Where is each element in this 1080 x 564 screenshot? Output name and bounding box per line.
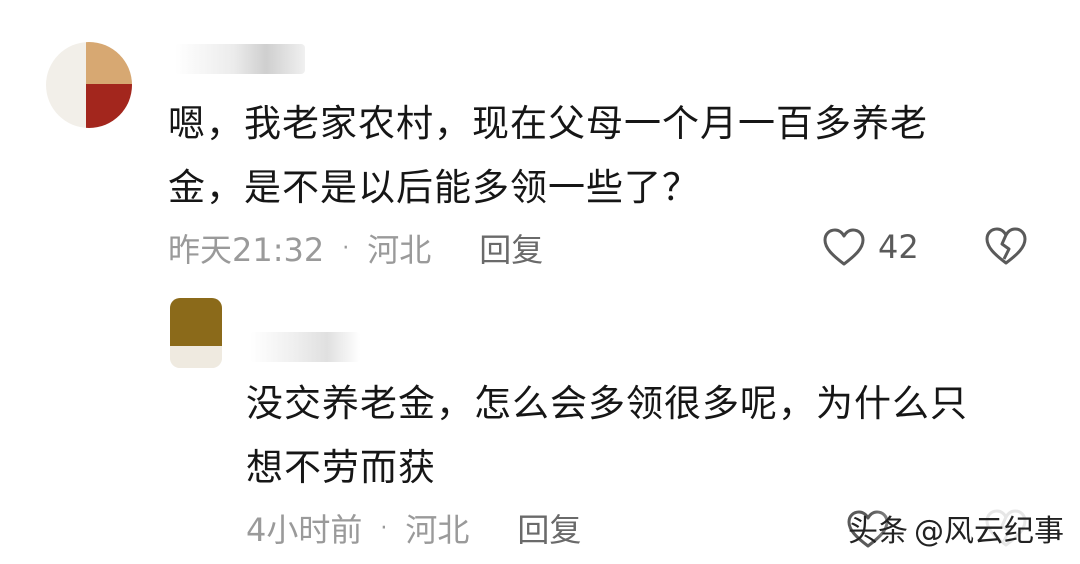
- reply-button[interactable]: 回复: [517, 505, 581, 551]
- timestamp: 4小时前: [246, 511, 363, 549]
- like-count: 42: [878, 228, 919, 266]
- watermark-handle: @风云纪事: [914, 514, 1064, 549]
- timestamp: 昨天21:32: [168, 231, 325, 269]
- like-button[interactable]: 42: [822, 224, 919, 270]
- avatar[interactable]: [46, 42, 132, 128]
- separator-dot: ·: [342, 235, 350, 261]
- comment-text: 没交养老金，怎么会多领很多呢，为什么只 想不劳而获: [246, 382, 968, 489]
- watermark-brand: 头条: [848, 514, 908, 549]
- heart-icon: [822, 227, 866, 267]
- reply-button[interactable]: 回复: [479, 225, 543, 271]
- username-blurred[interactable]: [250, 332, 360, 362]
- avatar[interactable]: [170, 298, 222, 368]
- comment-meta: 4小时前 · 河北 回复: [246, 506, 581, 550]
- comment-meta: 昨天21:32 · 河北 回复: [168, 226, 543, 270]
- location: 河北: [367, 231, 432, 269]
- broken-heart-icon: [984, 227, 1028, 270]
- username-blurred[interactable]: [175, 44, 305, 74]
- comment-item: 嗯，我老家农村，现在父母一个月一百多养老 金，是不是以后能多领一些了？ 昨天21…: [0, 0, 1080, 290]
- separator-dot: ·: [380, 515, 388, 541]
- dislike-button[interactable]: [984, 226, 1028, 270]
- watermark: 头条 @风云纪事: [848, 506, 1064, 550]
- comment-text: 嗯，我老家农村，现在父母一个月一百多养老 金，是不是以后能多领一些了？: [168, 102, 928, 209]
- location: 河北: [405, 511, 470, 549]
